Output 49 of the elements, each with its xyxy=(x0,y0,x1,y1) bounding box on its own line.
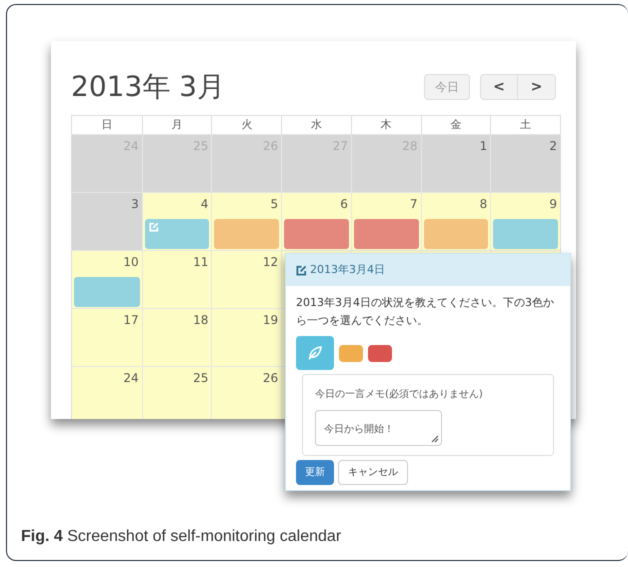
update-button[interactable]: 更新 xyxy=(296,460,334,485)
weekday-header: 火 xyxy=(211,116,282,134)
day-cell[interactable]: 11 xyxy=(142,251,212,308)
day-cell[interactable]: 17 xyxy=(72,309,142,366)
selected-color-button[interactable] xyxy=(296,336,334,370)
day-cell[interactable]: 5 xyxy=(211,193,282,250)
status-entry[interactable] xyxy=(214,219,280,249)
day-cell[interactable]: 8 xyxy=(420,193,490,250)
status-entry[interactable] xyxy=(74,277,140,307)
day-cell[interactable]: 4 xyxy=(142,193,212,250)
day-cell[interactable]: 26 xyxy=(211,367,282,419)
weekday-header: 金 xyxy=(420,116,490,134)
status-entry[interactable] xyxy=(493,219,558,249)
leaf-icon xyxy=(308,346,322,360)
status-entry[interactable] xyxy=(284,219,349,249)
day-cell[interactable]: 2 xyxy=(490,135,560,192)
memo-label: 今日の一言メモ(必須ではありません) xyxy=(315,388,484,402)
day-cell[interactable]: 19 xyxy=(211,309,282,366)
instruction-text: 2013年3月4日の状況を教えてください。下の3色から一つを選んでください。 xyxy=(296,295,555,329)
day-cell[interactable]: 18 xyxy=(142,309,212,366)
day-cell[interactable]: 10 xyxy=(72,251,142,308)
weekday-header: 水 xyxy=(281,116,351,134)
color-button[interactable] xyxy=(368,344,392,362)
color-button[interactable] xyxy=(339,344,363,362)
cancel-button[interactable]: キャンセル xyxy=(338,460,408,485)
day-cell[interactable]: 12 xyxy=(211,251,282,308)
edit-icon xyxy=(148,222,159,232)
status-entry[interactable] xyxy=(354,219,419,249)
previous-button[interactable]: < xyxy=(480,74,518,100)
status-entry[interactable] xyxy=(424,219,488,249)
day-cell[interactable]: 7 xyxy=(350,193,421,250)
status-entry[interactable] xyxy=(144,219,210,249)
day-cell[interactable]: 1 xyxy=(420,135,490,192)
figure-caption: Fig. 4 Screenshot of self-monitoring calendar xyxy=(21,527,342,547)
resize-handle-icon[interactable] xyxy=(431,435,439,443)
day-cell[interactable]: 24 xyxy=(72,367,142,419)
weekday-header: 土 xyxy=(490,116,560,134)
weekday-header: 木 xyxy=(350,116,421,134)
weekday-header: 日 xyxy=(100,116,114,133)
weekday-header: 月 xyxy=(142,116,212,134)
day-cell[interactable]: 3 xyxy=(72,193,142,250)
memo-field[interactable]: 今日から開始！ xyxy=(315,410,442,446)
calendar-title: 2013年 3月 xyxy=(71,69,225,105)
day-cell[interactable]: 25 xyxy=(142,367,212,419)
day-cell[interactable]: 6 xyxy=(281,193,351,250)
day-cell[interactable]: 9 xyxy=(490,193,560,250)
popup-title: 2013年3月4日 xyxy=(310,262,385,278)
edit-icon xyxy=(296,264,307,276)
next-button[interactable]: > xyxy=(518,74,556,100)
